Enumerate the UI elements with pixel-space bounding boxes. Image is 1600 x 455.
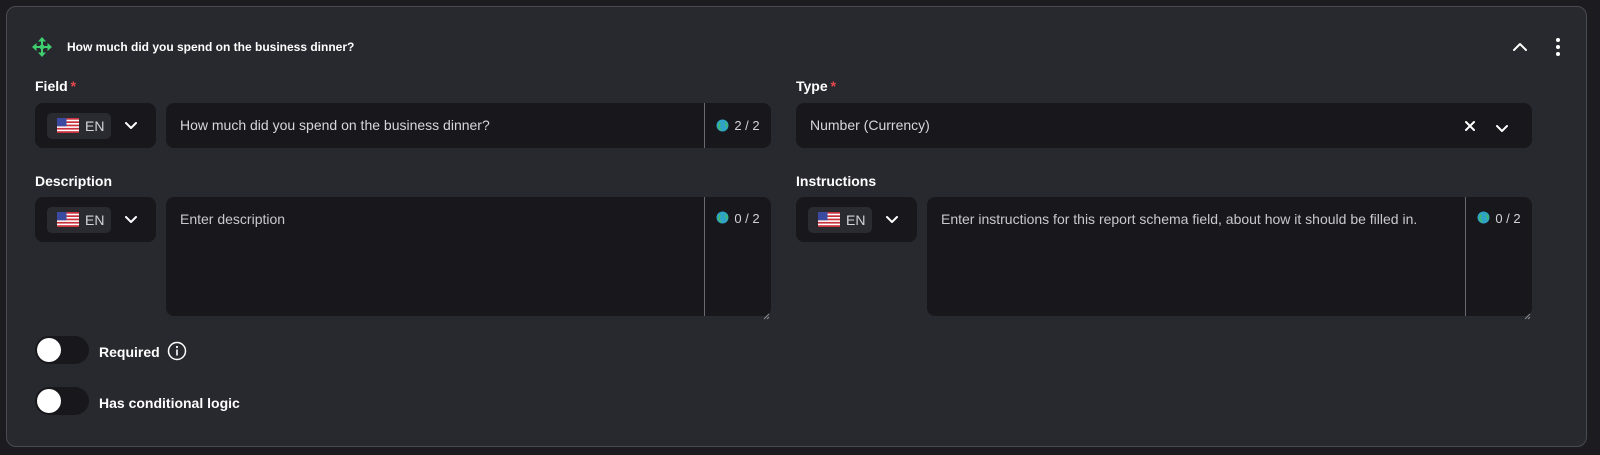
description-language-chip: EN (47, 206, 111, 233)
field-label-text: Field (35, 78, 68, 94)
conditional-logic-toggle-label: Has conditional logic (99, 395, 240, 411)
schema-field-card: How much did you spend on the business d… (6, 6, 1587, 447)
move-arrows-icon[interactable] (31, 36, 53, 58)
card-header: How much did you spend on the business d… (31, 31, 1572, 63)
description-translation-counter: 0 / 2 (704, 197, 771, 316)
chevron-down-icon[interactable] (119, 208, 143, 232)
globe-icon (716, 119, 729, 132)
field-language-code: EN (85, 117, 105, 134)
description-language-select[interactable]: EN (35, 197, 156, 242)
field-label: Field * (35, 78, 76, 94)
instructions-counter-text: 0 / 2 (1495, 211, 1521, 226)
instructions-language-code: EN (846, 211, 866, 228)
field-input[interactable]: How much did you spend on the business d… (166, 103, 771, 148)
globe-icon (716, 211, 729, 224)
field-input-value: How much did you spend on the business d… (180, 117, 490, 133)
instructions-placeholder: Enter instructions for this report schem… (941, 211, 1418, 227)
globe-icon (1477, 211, 1490, 224)
clear-icon[interactable] (1464, 119, 1476, 137)
instructions-language-chip: EN (808, 206, 872, 233)
us-flag-icon (57, 212, 79, 227)
required-toggle[interactable] (35, 336, 89, 364)
required-toggle-knob (37, 338, 61, 362)
instructions-translation-counter: 0 / 2 (1465, 197, 1532, 316)
instructions-language-select[interactable]: EN (796, 197, 917, 242)
chevron-down-icon[interactable] (119, 114, 143, 138)
header-actions (1506, 33, 1572, 61)
description-placeholder: Enter description (180, 211, 286, 227)
type-label: Type * (796, 78, 836, 94)
field-translation-counter: 2 / 2 (704, 103, 771, 148)
conditional-logic-toggle[interactable] (35, 387, 89, 415)
instructions-textarea[interactable]: Enter instructions for this report schem… (927, 197, 1532, 320)
type-label-text: Type (796, 78, 828, 94)
chevron-down-icon[interactable] (1495, 120, 1509, 138)
field-required-star: * (70, 78, 77, 94)
us-flag-icon (818, 212, 840, 227)
resize-handle-icon[interactable] (1523, 307, 1531, 320)
info-icon[interactable] (167, 341, 187, 366)
field-language-select[interactable]: EN (35, 103, 156, 148)
description-textarea[interactable]: Enter description 0 / 2 (166, 197, 771, 320)
field-language-chip: EN (47, 112, 111, 139)
chevron-down-icon[interactable] (880, 208, 904, 232)
resize-handle-icon[interactable] (762, 307, 770, 320)
vertical-ellipsis-icon[interactable] (1544, 33, 1572, 61)
conditional-logic-toggle-knob (37, 389, 61, 413)
description-language-code: EN (85, 211, 105, 228)
field-counter-text: 2 / 2 (734, 118, 760, 133)
us-flag-icon (57, 118, 79, 133)
instructions-label: Instructions (796, 173, 877, 189)
required-toggle-label: Required (99, 344, 160, 360)
type-select[interactable]: Number (Currency) (796, 103, 1532, 148)
type-required-star: * (830, 78, 837, 94)
description-counter-text: 0 / 2 (734, 211, 760, 226)
type-select-value: Number (Currency) (810, 117, 930, 133)
description-label: Description (35, 173, 113, 189)
card-title: How much did you spend on the business d… (67, 40, 355, 54)
chevron-up-icon[interactable] (1506, 33, 1534, 61)
